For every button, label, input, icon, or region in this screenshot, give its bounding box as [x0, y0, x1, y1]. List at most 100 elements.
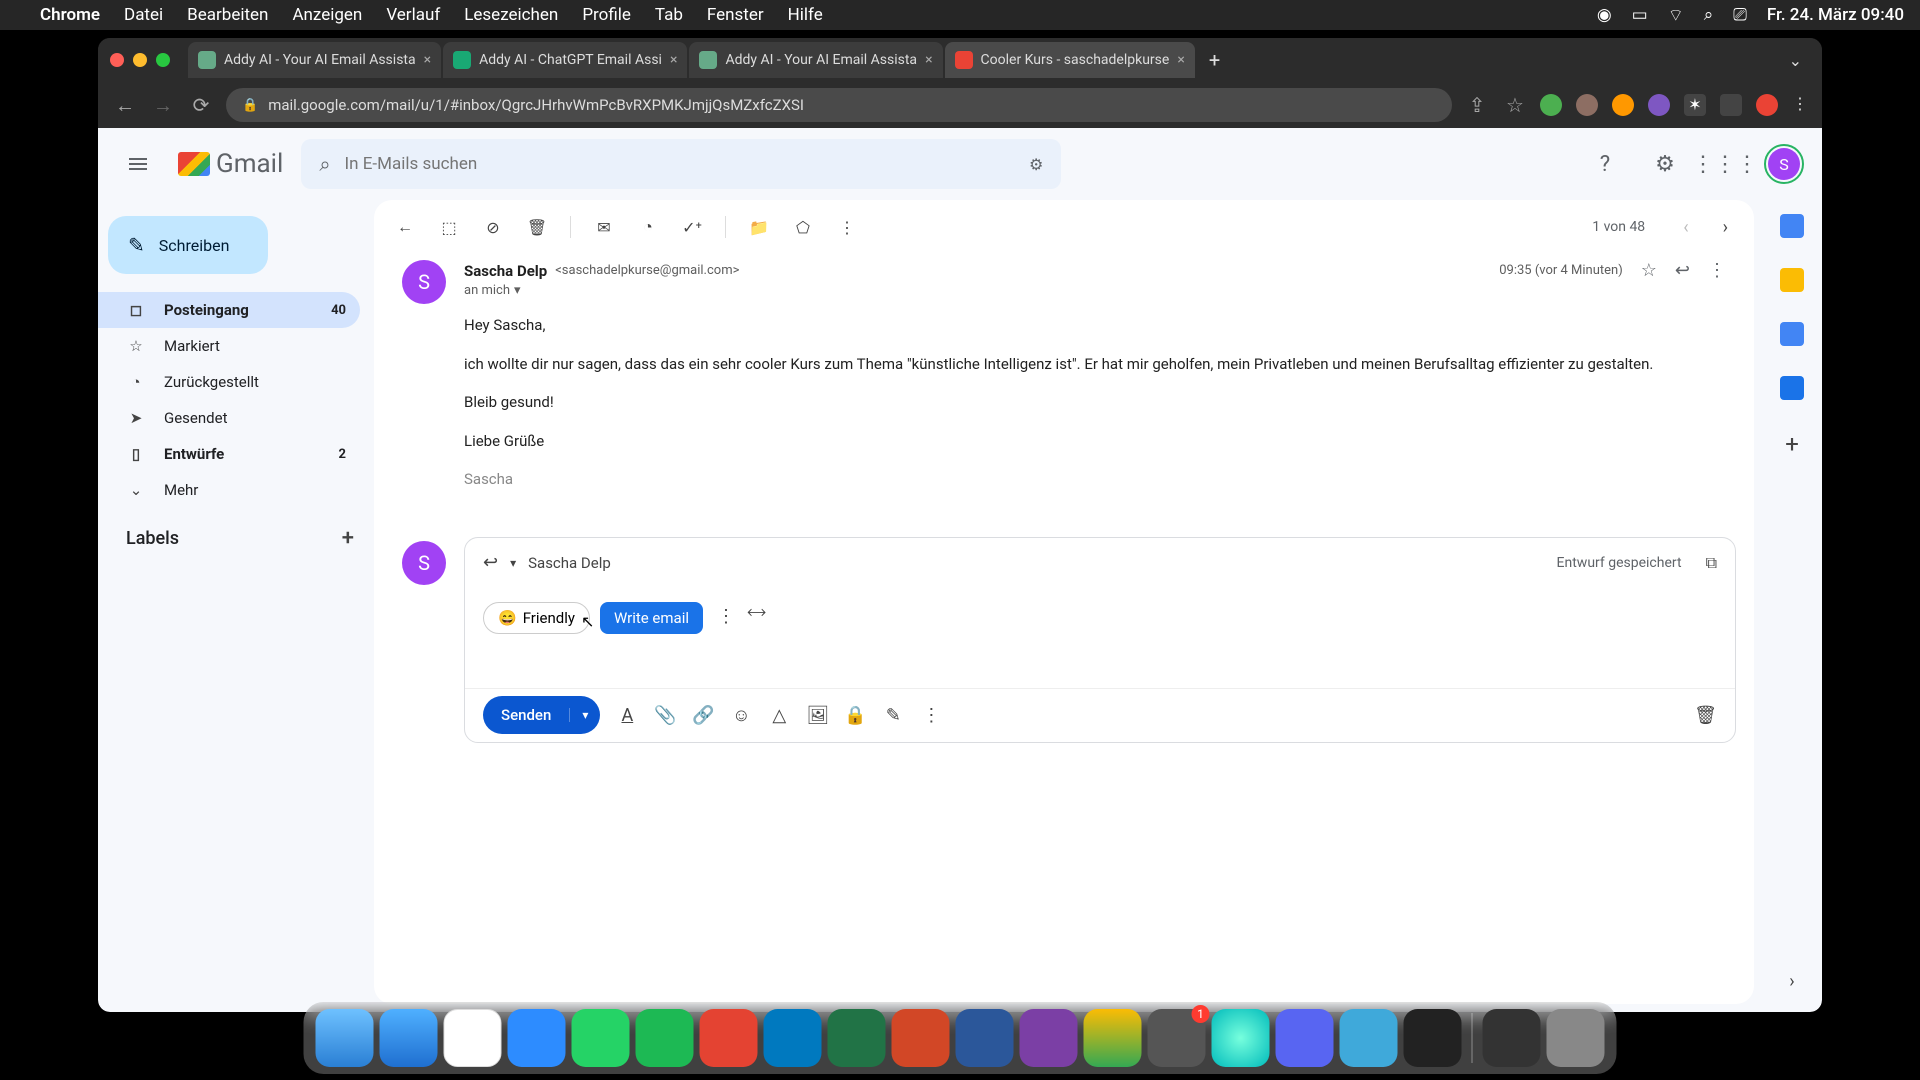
attach-file-icon[interactable]: 📎: [654, 705, 676, 726]
compose-button[interactable]: ✎ Schreiben: [108, 216, 268, 274]
contacts-addon-icon[interactable]: [1780, 376, 1804, 400]
share-icon[interactable]: ⇪: [1464, 93, 1490, 117]
menubar-app-name[interactable]: Chrome: [40, 5, 100, 25]
dock-voice-memos-icon[interactable]: [1404, 1009, 1462, 1067]
dock-finder-icon[interactable]: [316, 1009, 374, 1067]
menu-datei[interactable]: Datei: [124, 5, 163, 25]
back-button[interactable]: ←: [112, 93, 138, 118]
sidebar-item-drafts[interactable]: ▯ Entwürfe 2: [98, 436, 360, 472]
addy-expand-icon[interactable]: ⤢: [744, 599, 769, 624]
compose-body[interactable]: 😄 Friendly Write email ⋮ ⤢ ↖: [465, 588, 1735, 688]
recipient-line[interactable]: an mich ▾: [464, 283, 1726, 298]
reload-button[interactable]: ⟳: [188, 93, 214, 117]
insert-photo-icon[interactable]: 🖼: [806, 705, 828, 726]
snooze-icon[interactable]: ◔: [637, 216, 659, 238]
support-icon[interactable]: ?: [1584, 143, 1626, 185]
sidebar-item-snoozed[interactable]: ◔ Zurückgestellt: [98, 364, 360, 400]
archive-icon[interactable]: ⬚: [438, 216, 460, 238]
new-tab-button[interactable]: +: [1197, 48, 1232, 72]
compose-more-icon[interactable]: ⋮: [920, 705, 942, 726]
labels-icon[interactable]: ⬠: [792, 216, 814, 238]
menu-profile[interactable]: Profile: [582, 5, 631, 25]
apps-grid-icon[interactable]: ⋮⋮⋮: [1704, 143, 1746, 185]
extension-icon[interactable]: [1540, 94, 1562, 116]
dock-folder-icon[interactable]: [1483, 1009, 1541, 1067]
reply-icon[interactable]: ↩: [1675, 260, 1690, 281]
extension-icon[interactable]: [1648, 94, 1670, 116]
collapse-panel-icon[interactable]: ›: [1789, 971, 1794, 992]
add-label-button[interactable]: +: [342, 526, 354, 551]
minimize-window-button[interactable]: [133, 53, 147, 67]
more-actions-icon[interactable]: ⋮: [836, 216, 858, 238]
menu-bearbeiten[interactable]: Bearbeiten: [187, 5, 268, 25]
menubar-clock[interactable]: Fr. 24. März 09:40: [1767, 5, 1904, 25]
addy-write-button[interactable]: Write email: [600, 602, 703, 634]
extension-icon[interactable]: [1576, 94, 1598, 116]
wifi-icon[interactable]: ⌔: [1668, 5, 1684, 26]
star-message-icon[interactable]: ☆: [1641, 260, 1657, 281]
browser-tab[interactable]: Addy AI - Your AI Email Assista ×: [188, 42, 441, 78]
prev-page-button[interactable]: ‹: [1677, 217, 1694, 238]
dock-powerpoint-icon[interactable]: [892, 1009, 950, 1067]
dock-app-icon[interactable]: [1212, 1009, 1270, 1067]
settings-icon[interactable]: ⚙: [1644, 143, 1686, 185]
search-box[interactable]: ⌕ ⚙: [301, 139, 1061, 189]
reply-type-dropdown[interactable]: ▾: [510, 556, 516, 570]
extension-icon[interactable]: [1612, 94, 1634, 116]
menu-tab[interactable]: Tab: [655, 5, 683, 25]
report-spam-icon[interactable]: ⊘: [482, 216, 504, 238]
delete-icon[interactable]: 🗑: [526, 216, 548, 238]
get-addons-icon[interactable]: +: [1785, 430, 1799, 458]
next-page-button[interactable]: ›: [1717, 217, 1734, 238]
dock-excel-icon[interactable]: [828, 1009, 886, 1067]
chrome-menu-icon[interactable]: ⋮: [1792, 94, 1808, 116]
add-to-tasks-icon[interactable]: ✓⁺: [681, 216, 703, 238]
message-more-icon[interactable]: ⋮: [1708, 260, 1726, 281]
spotlight-icon[interactable]: ⌕: [1704, 5, 1714, 25]
expand-recipients-icon[interactable]: ▾: [514, 283, 521, 298]
dock-safari-icon[interactable]: [380, 1009, 438, 1067]
menu-anzeigen[interactable]: Anzeigen: [292, 5, 362, 25]
confidential-mode-icon[interactable]: 🔒: [844, 705, 866, 726]
insert-emoji-icon[interactable]: ☺: [730, 705, 752, 726]
control-center-icon[interactable]: ⎚: [1733, 5, 1747, 25]
gmail-logo[interactable]: Gmail: [178, 149, 283, 179]
dock-settings-icon[interactable]: 1: [1148, 1009, 1206, 1067]
battery-icon[interactable]: ▭: [1632, 5, 1648, 25]
menu-fenster[interactable]: Fenster: [707, 5, 764, 25]
discard-draft-icon[interactable]: 🗑: [1694, 705, 1717, 726]
dock-zoom-icon[interactable]: [508, 1009, 566, 1067]
reply-mode-icon[interactable]: ↩: [483, 552, 498, 573]
keep-addon-icon[interactable]: [1780, 268, 1804, 292]
url-field[interactable]: 🔒 mail.google.com/mail/u/1/#inbox/QgrcJH…: [226, 88, 1452, 122]
send-button[interactable]: Senden ▾: [483, 696, 600, 734]
sidepanel-icon[interactable]: [1720, 94, 1742, 116]
send-options-icon[interactable]: ▾: [569, 708, 600, 722]
browser-tab[interactable]: Addy AI - ChatGPT Email Assi ×: [443, 42, 687, 78]
insert-link-icon[interactable]: 🔗: [692, 705, 714, 726]
sidebar-item-inbox[interactable]: ◻ Posteingang 40: [98, 292, 360, 328]
sidebar-item-starred[interactable]: ☆ Markiert: [98, 328, 360, 364]
main-menu-button[interactable]: [116, 142, 160, 186]
menu-lesezeichen[interactable]: Lesezeichen: [464, 5, 558, 25]
dock-word-icon[interactable]: [956, 1009, 1014, 1067]
forward-button[interactable]: →: [150, 93, 176, 118]
sidebar-item-more[interactable]: ⌄ Mehr: [98, 472, 360, 508]
dock-quicktime-icon[interactable]: [1340, 1009, 1398, 1067]
addy-tone-selector[interactable]: 😄 Friendly: [483, 602, 590, 634]
dock-spotify-icon[interactable]: [636, 1009, 694, 1067]
mark-unread-icon[interactable]: ✉: [593, 216, 615, 238]
extensions-menu-icon[interactable]: ✶: [1684, 94, 1706, 116]
dock-chrome-icon[interactable]: [444, 1009, 502, 1067]
insert-signature-icon[interactable]: ✎: [882, 705, 904, 726]
close-tab-icon[interactable]: ×: [925, 52, 932, 68]
dock-trello-icon[interactable]: [764, 1009, 822, 1067]
bookmark-star-icon[interactable]: ☆: [1502, 93, 1528, 117]
dock-drive-icon[interactable]: [1084, 1009, 1142, 1067]
search-input[interactable]: [345, 154, 1015, 174]
close-tab-icon[interactable]: ×: [1177, 52, 1184, 68]
dock-todoist-icon[interactable]: [700, 1009, 758, 1067]
dock-discord-icon[interactable]: [1276, 1009, 1334, 1067]
dock-imovie-icon[interactable]: [1020, 1009, 1078, 1067]
menu-hilfe[interactable]: Hilfe: [788, 5, 823, 25]
